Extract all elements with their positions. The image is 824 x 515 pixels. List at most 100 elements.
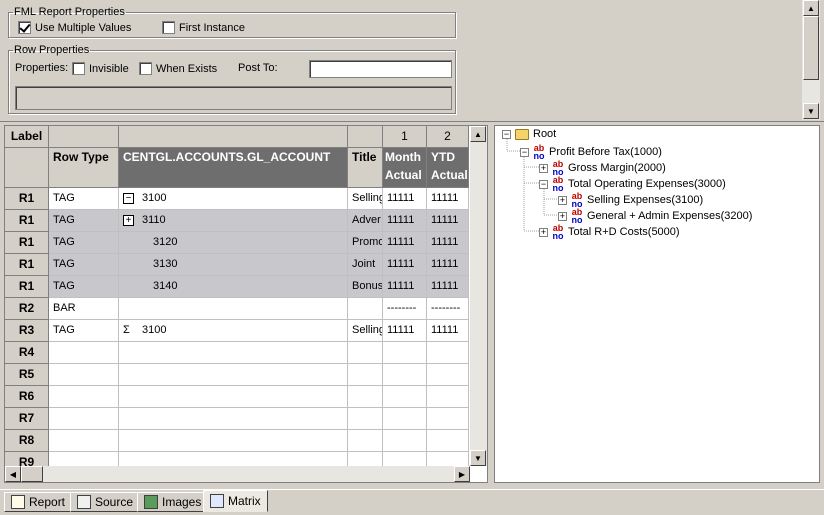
title-cell[interactable] bbox=[348, 364, 383, 386]
row-type-cell[interactable] bbox=[49, 386, 119, 408]
post-to-input[interactable] bbox=[309, 60, 452, 78]
use-multiple-values-checkbox[interactable]: Use Multiple Values bbox=[18, 21, 131, 34]
title-cell[interactable] bbox=[348, 298, 383, 320]
account-cell[interactable] bbox=[119, 386, 348, 408]
account-cell[interactable] bbox=[119, 298, 348, 320]
tab-matrix[interactable]: Matrix bbox=[203, 490, 268, 512]
account-header[interactable]: CENTGL.ACCOUNTS.GL_ACCOUNT bbox=[119, 148, 348, 188]
row-type-cell[interactable]: TAG bbox=[49, 210, 119, 232]
title-cell[interactable]: Promo bbox=[348, 232, 383, 254]
tree-node-total-rd-costs[interactable]: + ab no Total R+D Costs(5000) bbox=[539, 224, 680, 241]
structure-tree[interactable]: − Root − ab no Profit Before Tax(1000) + … bbox=[494, 125, 820, 483]
month-actual-cell[interactable]: 11111 bbox=[383, 276, 427, 298]
scroll-thumb[interactable] bbox=[21, 466, 43, 482]
title-cell[interactable] bbox=[348, 430, 383, 452]
row-label[interactable]: R1 bbox=[5, 232, 49, 254]
month-actual-cell[interactable] bbox=[383, 408, 427, 430]
ytd-actual-cell[interactable] bbox=[427, 430, 469, 452]
row-type-cell[interactable] bbox=[49, 364, 119, 386]
title-cell[interactable]: Joint bbox=[348, 254, 383, 276]
title-cell[interactable]: Adver bbox=[348, 210, 383, 232]
month-actual-cell[interactable] bbox=[383, 386, 427, 408]
row-type-cell[interactable] bbox=[49, 342, 119, 364]
collapse-icon[interactable]: − bbox=[520, 147, 529, 157]
tab-images[interactable]: Images bbox=[137, 492, 209, 512]
row-type-cell[interactable] bbox=[49, 408, 119, 430]
tab-report[interactable]: Report bbox=[4, 492, 73, 512]
title-cell[interactable]: Bonus bbox=[348, 276, 383, 298]
row-type-cell[interactable]: BAR bbox=[49, 298, 119, 320]
month-actual-cell[interactable]: -------- bbox=[383, 298, 427, 320]
month-actual-cell[interactable]: 11111 bbox=[383, 188, 427, 210]
row-label[interactable]: R6 bbox=[5, 386, 49, 408]
row-label[interactable]: R8 bbox=[5, 430, 49, 452]
properties-vertical-scrollbar[interactable]: ▲ ▼ bbox=[802, 0, 820, 120]
grid-horizontal-scrollbar[interactable]: ◀ ▶ bbox=[5, 466, 470, 482]
row-type-header[interactable]: Row Type bbox=[49, 148, 119, 188]
account-cell[interactable] bbox=[119, 364, 348, 386]
ytd-actual-cell[interactable]: 11111 bbox=[427, 210, 469, 232]
tab-source[interactable]: Source bbox=[70, 492, 141, 512]
month-actual-cell[interactable]: 11111 bbox=[383, 232, 427, 254]
account-cell[interactable]: −3100 bbox=[119, 188, 348, 210]
row-type-cell[interactable]: TAG bbox=[49, 232, 119, 254]
row-label[interactable]: R3 bbox=[5, 320, 49, 342]
scroll-left-arrow-icon[interactable]: ◀ bbox=[5, 466, 21, 482]
row-label[interactable]: R2 bbox=[5, 298, 49, 320]
row-expression-field[interactable] bbox=[15, 86, 452, 110]
row-label[interactable]: R1 bbox=[5, 188, 49, 210]
month-actual-cell[interactable] bbox=[383, 342, 427, 364]
tree-node-profit-before-tax[interactable]: − ab no Profit Before Tax(1000) bbox=[520, 144, 662, 161]
tree-node-root[interactable]: − Root bbox=[502, 128, 556, 140]
account-cell[interactable]: +3110 bbox=[119, 210, 348, 232]
account-cell[interactable]: Σ 3100 bbox=[119, 320, 348, 342]
title-header[interactable]: Title bbox=[348, 148, 383, 188]
expand-icon[interactable]: + bbox=[558, 211, 567, 221]
ytd-actual-cell[interactable]: 11111 bbox=[427, 254, 469, 276]
matrix-grid[interactable]: Label 1 2 Row Type CENTGL.ACCOUNTS.GL_AC… bbox=[4, 125, 488, 483]
account-cell[interactable] bbox=[119, 408, 348, 430]
row-type-cell[interactable]: TAG bbox=[49, 188, 119, 210]
tree-node-general-admin-expenses[interactable]: + ab no General + Admin Expenses(3200) bbox=[558, 208, 752, 225]
account-cell[interactable]: 3130 bbox=[119, 254, 348, 276]
ytd-actual-cell[interactable]: 11111 bbox=[427, 320, 469, 342]
column-number-2[interactable]: 2 bbox=[427, 126, 469, 148]
scroll-thumb[interactable] bbox=[803, 16, 819, 80]
account-cell[interactable]: 3140 bbox=[119, 276, 348, 298]
expand-icon[interactable]: + bbox=[539, 227, 548, 237]
row-type-cell[interactable] bbox=[49, 430, 119, 452]
ytd-actual-cell[interactable] bbox=[427, 408, 469, 430]
row-label[interactable]: R7 bbox=[5, 408, 49, 430]
ytd-actual-cell[interactable]: -------- bbox=[427, 298, 469, 320]
title-cell[interactable]: Selling bbox=[348, 188, 383, 210]
title-cell[interactable] bbox=[348, 386, 383, 408]
ytd-actual-cell[interactable] bbox=[427, 364, 469, 386]
collapse-icon[interactable]: − bbox=[123, 192, 134, 204]
collapse-icon[interactable]: − bbox=[539, 179, 548, 189]
row-type-cell[interactable]: TAG bbox=[49, 254, 119, 276]
month-actual-cell[interactable]: 11111 bbox=[383, 254, 427, 276]
row-type-cell[interactable]: TAG bbox=[49, 276, 119, 298]
row-label[interactable]: R1 bbox=[5, 210, 49, 232]
expand-icon[interactable]: + bbox=[539, 163, 548, 173]
expand-icon[interactable]: + bbox=[558, 195, 567, 205]
month-actual-cell[interactable] bbox=[383, 430, 427, 452]
title-cell[interactable]: Selling bbox=[348, 320, 383, 342]
row-label[interactable]: R4 bbox=[5, 342, 49, 364]
account-cell[interactable] bbox=[119, 430, 348, 452]
expand-icon[interactable]: + bbox=[123, 214, 134, 226]
grid-vertical-scrollbar[interactable]: ▲ ▼ bbox=[470, 126, 487, 466]
tree-node-gross-margin[interactable]: + ab no Gross Margin(2000) bbox=[539, 160, 666, 177]
ytd-actual-header[interactable]: YTD Actual bbox=[427, 148, 469, 188]
month-actual-cell[interactable]: 11111 bbox=[383, 210, 427, 232]
scroll-down-arrow-icon[interactable]: ▼ bbox=[803, 103, 819, 119]
title-cell[interactable] bbox=[348, 342, 383, 364]
title-cell[interactable] bbox=[348, 408, 383, 430]
column-number-1[interactable]: 1 bbox=[383, 126, 427, 148]
month-actual-cell[interactable]: 11111 bbox=[383, 320, 427, 342]
scroll-up-arrow-icon[interactable]: ▲ bbox=[803, 0, 819, 16]
scroll-right-arrow-icon[interactable]: ▶ bbox=[454, 466, 470, 482]
ytd-actual-cell[interactable] bbox=[427, 342, 469, 364]
row-label[interactable]: R1 bbox=[5, 276, 49, 298]
ytd-actual-cell[interactable]: 11111 bbox=[427, 276, 469, 298]
